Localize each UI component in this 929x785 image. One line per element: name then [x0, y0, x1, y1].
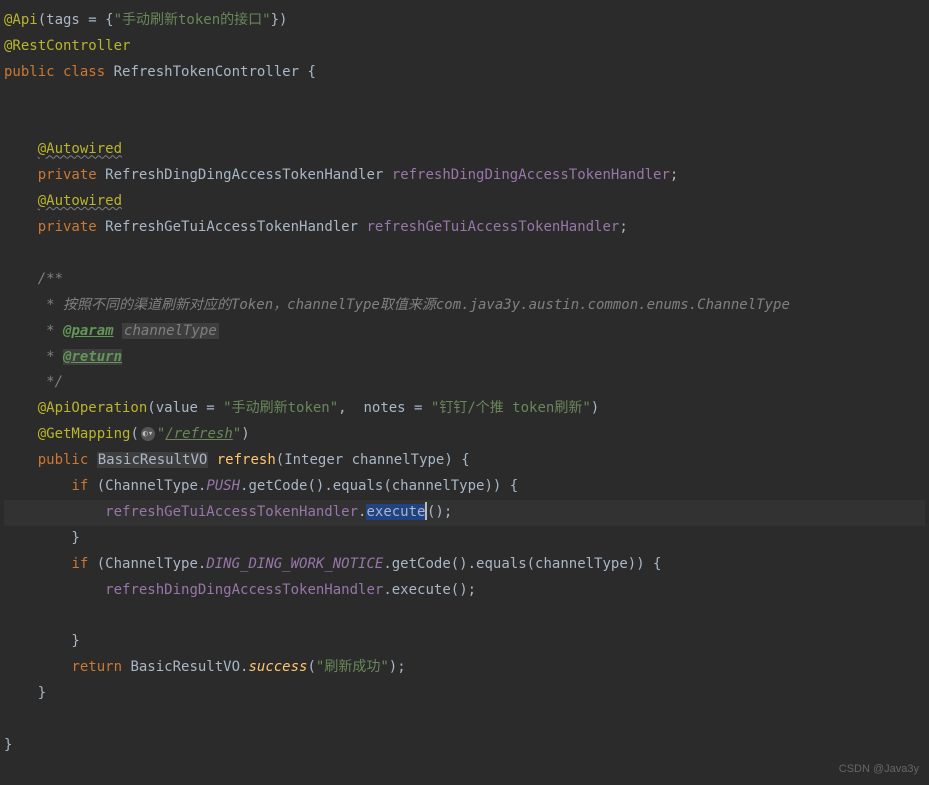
- javadoc-line: /**: [4, 267, 925, 293]
- code-line: @Api(tags = {"手动刷新token的接口"}): [4, 8, 925, 34]
- javadoc-line: * @param channelType: [4, 319, 925, 345]
- code-line: }: [4, 526, 925, 552]
- code-line: @RestController: [4, 34, 925, 60]
- code-line: private RefreshDingDingAccessTokenHandle…: [4, 163, 925, 189]
- code-line: }: [4, 681, 925, 707]
- code-line: @Autowired: [4, 137, 925, 163]
- text-caret: [425, 502, 427, 520]
- blank-line: [4, 86, 925, 112]
- code-line: @ApiOperation(value = "手动刷新token", notes…: [4, 396, 925, 422]
- blank-line: [4, 707, 925, 733]
- code-line: if (ChannelType.DING_DING_WORK_NOTICE.ge…: [4, 552, 925, 578]
- code-line: public class RefreshTokenController {: [4, 60, 925, 86]
- code-line-active: refreshGeTuiAccessTokenHandler.execute()…: [4, 500, 925, 526]
- code-line: @GetMapping(◐▾"/refresh"): [4, 422, 925, 448]
- code-line: if (ChannelType.PUSH.getCode().equals(ch…: [4, 474, 925, 500]
- web-mapping-icon[interactable]: ◐▾: [141, 427, 155, 441]
- blank-line: [4, 241, 925, 267]
- javadoc-line: */: [4, 370, 925, 396]
- blank-line: [4, 603, 925, 629]
- javadoc-line: * 按照不同的渠道刷新对应的Token，channelType取值来源com.j…: [4, 293, 925, 319]
- watermark-text: CSDN @Java3y: [839, 759, 919, 779]
- blank-line: [4, 112, 925, 138]
- code-line: }: [4, 733, 925, 759]
- code-editor[interactable]: @Api(tags = {"手动刷新token的接口"}) @RestContr…: [4, 8, 925, 759]
- code-line: return BasicResultVO.success("刷新成功");: [4, 655, 925, 681]
- code-line: @Autowired: [4, 189, 925, 215]
- code-line: refreshDingDingAccessTokenHandler.execut…: [4, 578, 925, 604]
- code-line: private RefreshGeTuiAccessTokenHandler r…: [4, 215, 925, 241]
- javadoc-line: * @return: [4, 345, 925, 371]
- code-line: public BasicResultVO refresh(Integer cha…: [4, 448, 925, 474]
- code-line: }: [4, 629, 925, 655]
